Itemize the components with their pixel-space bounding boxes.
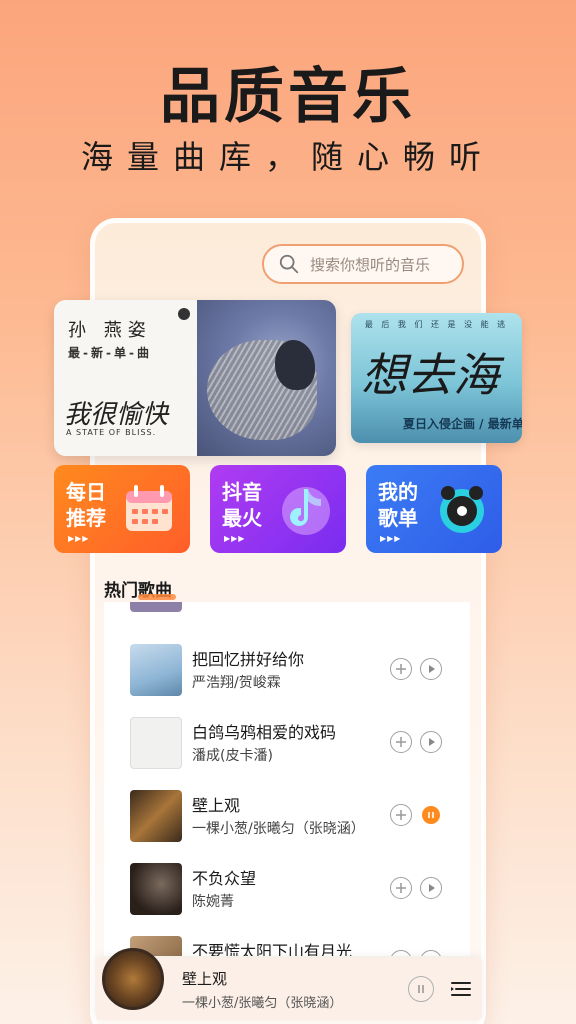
player-song-artist: 一棵小葱/张曦匀（张晓涵） bbox=[182, 996, 343, 1011]
song-artist: 潘成(皮卡潘) bbox=[192, 748, 273, 764]
quick-label: 我的 歌单 bbox=[378, 480, 418, 530]
song-list[interactable]: 把回忆拼好给你 严浩翔/贺峻霖 白鸽乌鸦相爱的戏码 潘成(皮卡潘) 壁上观 一棵… bbox=[104, 602, 470, 956]
song-cover bbox=[130, 717, 182, 769]
play-icon[interactable] bbox=[420, 877, 442, 899]
song-title: 把回忆拼好给你 bbox=[192, 650, 305, 669]
banner-song-subtitle: A STATE OF BLISS. bbox=[66, 428, 157, 437]
play-icon[interactable] bbox=[420, 950, 442, 956]
player-song-title: 壁上观 bbox=[182, 970, 228, 988]
play-icon[interactable] bbox=[420, 658, 442, 680]
quick-label: 每日 推荐 bbox=[66, 480, 106, 530]
search-placeholder: 搜索你想听的音乐 bbox=[310, 255, 431, 274]
song-title: 不负众望 bbox=[192, 869, 257, 888]
song-row[interactable]: 不要慌太阳下山有月光 bbox=[104, 934, 470, 956]
banner-photo-figure bbox=[275, 340, 315, 390]
song-cover bbox=[130, 644, 182, 696]
search-bar[interactable]: 搜索你想听的音乐 bbox=[262, 244, 464, 284]
banner-artist: 孙 燕姿 bbox=[68, 320, 152, 341]
song-artist: 陈婉菁 bbox=[192, 894, 234, 910]
section-underline bbox=[138, 594, 176, 600]
calendar-icon bbox=[126, 485, 172, 531]
player-cover[interactable] bbox=[102, 948, 164, 1010]
add-icon[interactable] bbox=[390, 731, 412, 753]
pause-icon[interactable] bbox=[408, 976, 434, 1002]
song-row[interactable]: 白鸽乌鸦相爱的戏码 潘成(皮卡潘) bbox=[104, 715, 470, 775]
banner-main-text-panel: 孙 燕姿 最-新-单-曲 我很愉快 A STATE OF BLISS. bbox=[54, 300, 197, 456]
playlist-icon[interactable] bbox=[450, 978, 472, 1000]
quick-my-playlist[interactable]: 我的 歌单 ▶▶▶ bbox=[366, 465, 502, 553]
quick-daily-recommend[interactable]: 每日 推荐 ▶▶▶ bbox=[54, 465, 190, 553]
add-icon[interactable] bbox=[390, 658, 412, 680]
quick-douyin-hot[interactable]: 抖音 最火 ▶▶▶ bbox=[210, 465, 346, 553]
partial-song-cover bbox=[130, 602, 182, 612]
song-cover bbox=[130, 863, 182, 915]
banner-main[interactable]: 孙 燕姿 最-新-单-曲 我很愉快 A STATE OF BLISS. bbox=[54, 300, 336, 456]
tiktok-note-icon bbox=[282, 487, 330, 535]
song-cover bbox=[130, 790, 182, 842]
banner-side-top-line: 最 后 我 们 还 是 没 能 逃 bbox=[364, 320, 509, 329]
banner-side-title: 想去海 bbox=[361, 348, 499, 402]
add-icon[interactable] bbox=[390, 877, 412, 899]
lock-icon bbox=[178, 308, 190, 320]
banner-side-caption: 夏日入侵企画 / 最新单 bbox=[403, 417, 522, 431]
hero-subtitle: 海量曲库，随心畅听 bbox=[80, 138, 495, 176]
song-row[interactable]: 壁上观 一棵小葱/张曦匀（张晓涵） bbox=[104, 788, 470, 848]
play-arrows-icon: ▶▶▶ bbox=[380, 534, 402, 543]
pause-icon[interactable] bbox=[422, 806, 440, 824]
song-title: 壁上观 bbox=[192, 796, 241, 815]
play-arrows-icon: ▶▶▶ bbox=[68, 534, 90, 543]
banner-side[interactable]: 最 后 我 们 还 是 没 能 逃 想去海 夏日入侵企画 / 最新单 bbox=[351, 313, 522, 443]
play-icon[interactable] bbox=[420, 731, 442, 753]
song-artist: 一棵小葱/张曦匀（张晓涵） bbox=[192, 821, 365, 837]
search-icon bbox=[279, 254, 299, 274]
quick-label: 抖音 最火 bbox=[222, 480, 262, 530]
song-row[interactable]: 把回忆拼好给你 严浩翔/贺峻霖 bbox=[104, 642, 470, 702]
banner-song-title: 我很愉快 bbox=[64, 400, 169, 430]
song-title: 不要慌太阳下山有月光 bbox=[192, 942, 353, 956]
song-title: 白鸽乌鸦相爱的戏码 bbox=[192, 723, 337, 742]
mini-player[interactable]: 壁上观 一棵小葱/张曦匀（张晓涵） bbox=[96, 948, 482, 1020]
add-icon[interactable] bbox=[390, 804, 412, 826]
banner-tag: 最-新-单-曲 bbox=[68, 346, 152, 360]
play-arrows-icon: ▶▶▶ bbox=[224, 534, 246, 543]
add-icon[interactable] bbox=[390, 950, 412, 956]
banner-main-photo bbox=[197, 300, 336, 456]
song-row[interactable]: 不负众望 陈婉菁 bbox=[104, 861, 470, 921]
song-artist: 严浩翔/贺峻霖 bbox=[192, 675, 281, 691]
hero-title: 品质音乐 bbox=[160, 62, 416, 132]
vinyl-record-icon bbox=[440, 486, 484, 533]
